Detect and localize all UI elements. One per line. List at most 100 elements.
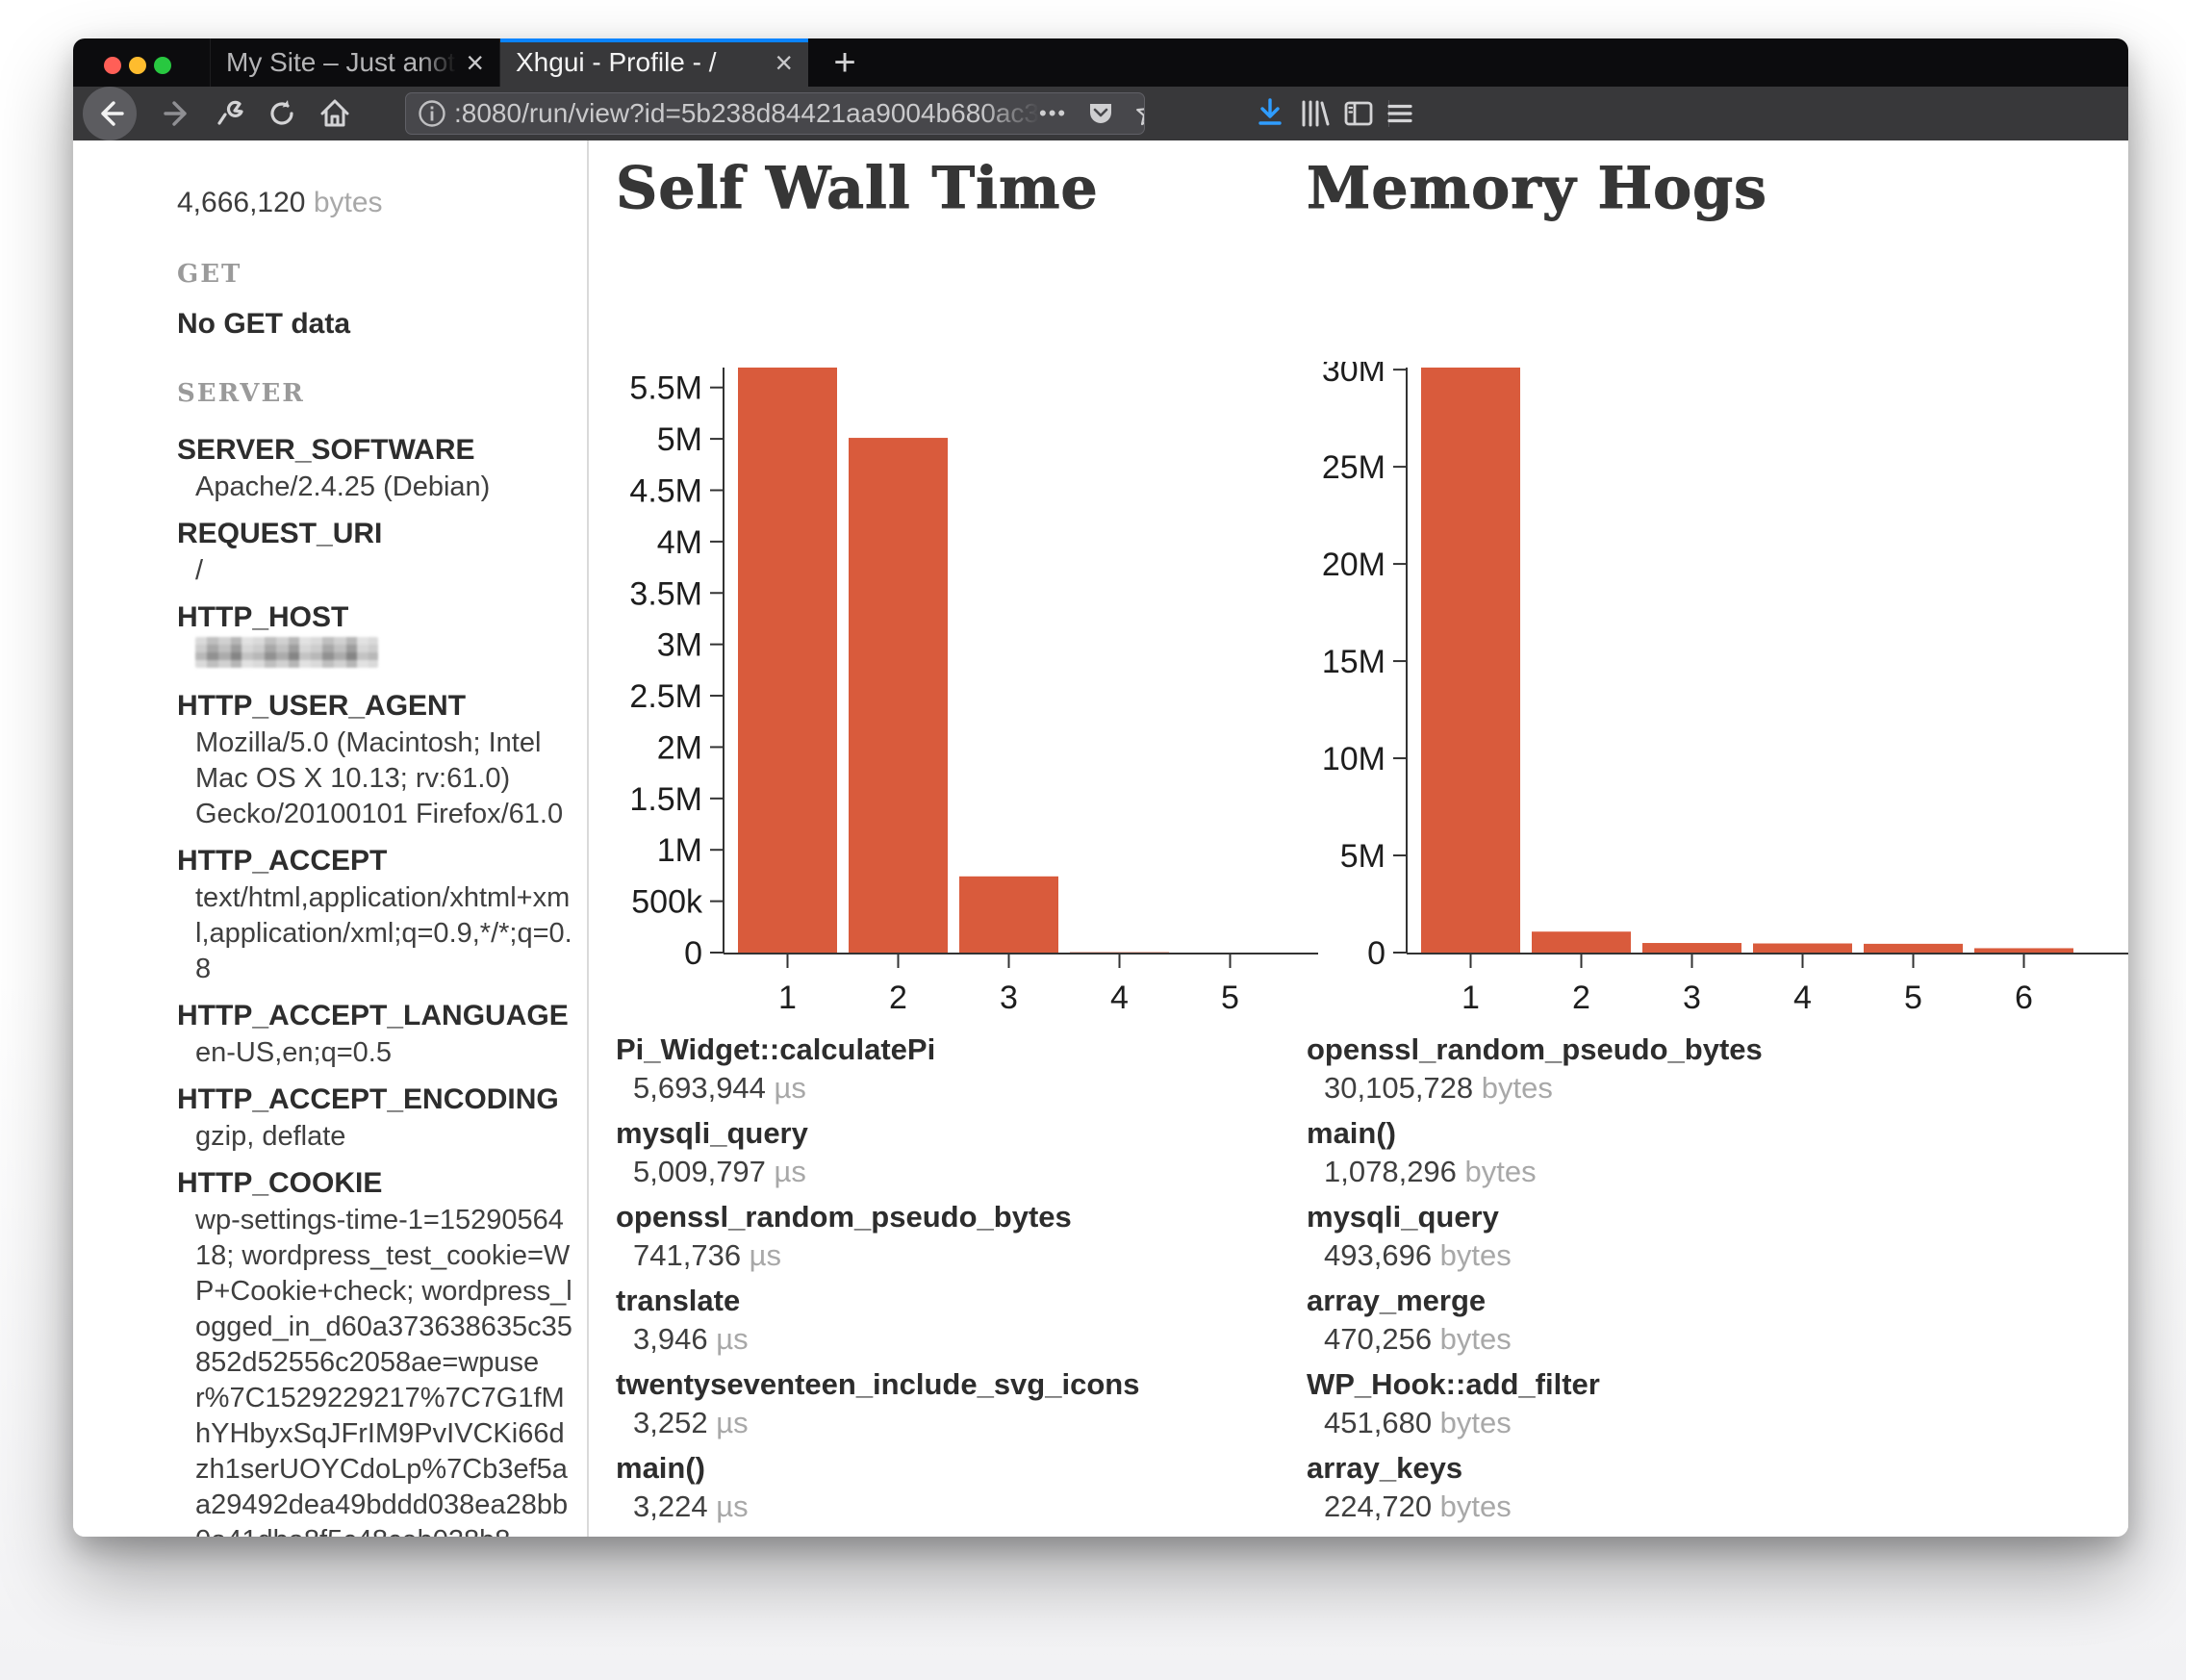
value-unit: bytes [1440,1238,1512,1272]
y-axis-tick-label: 4.5M [629,472,702,509]
url-text: :8080/run/view?id=5b238d84421aa9004b680a… [454,98,1039,129]
bar[interactable] [1864,944,1963,953]
library-button[interactable] [1297,96,1332,131]
forward-button[interactable] [162,97,194,130]
downloads-button[interactable] [1253,96,1287,131]
x-axis-label: 4 [1793,980,1812,1016]
function-value: 741,736 µs [633,1236,1139,1275]
bar[interactable] [1974,948,2073,953]
value-unit: bytes [1482,1071,1553,1105]
tab-xhgui-profile[interactable]: Xhgui - Profile - / × [500,38,808,87]
function-value: 493,696 bytes [1324,1236,1763,1275]
x-axis-label: 1 [778,980,797,1016]
page-actions-button[interactable] [214,97,246,130]
wrench-icon [214,97,246,130]
server-param-value: gzip, deflate [195,1119,572,1155]
server-param-value: Mozilla/5.0 (Macintosh; Intel Mac OS X 1… [195,725,572,832]
new-tab-button[interactable]: + [820,38,870,87]
redacted-value [195,637,378,668]
legend-item: main()3,224 µs [616,1449,1139,1526]
y-axis-tick-label: 10M [1322,741,1385,777]
function-name: array_merge [1307,1282,1763,1320]
server-param-key: HTTP_ACCEPT [177,842,552,880]
function-name: Pi_Widget::calculatePi [616,1031,1139,1069]
sidebar-panel-icon [1341,96,1376,131]
x-axis-label: 5 [1221,980,1239,1016]
server-param-key: REQUEST_URI [177,515,552,553]
tab-close-icon[interactable]: × [775,47,793,78]
chart-title: Memory Hogs [1307,156,1767,221]
value-unit: µs [750,1238,781,1272]
server-param-value: text/html,application/xhtml+xml,applicat… [195,880,572,987]
legend-item: openssl_random_pseudo_bytes30,105,728 by… [1307,1031,1763,1107]
tab-my-site[interactable]: My Site – Just another WordPress s × [210,38,500,87]
legend-item: openssl_random_pseudo_bytes741,736 µs [616,1198,1139,1275]
y-axis-tick-label: 1.5M [629,781,702,818]
function-value: 3,224 µs [633,1488,1139,1526]
bar[interactable] [1642,943,1741,953]
sidebar-toggle-button[interactable] [1341,96,1376,131]
function-name: WP_Hook::add_filter [1307,1365,1763,1404]
x-axis-label: 2 [889,980,907,1016]
page-actions-dots-icon[interactable]: ••• [1039,101,1067,126]
bookmark-star-icon[interactable] [1134,98,1145,129]
minimize-window-button[interactable] [129,57,146,74]
bar[interactable] [959,877,1058,953]
y-axis-tick-label: 0 [684,935,702,972]
value-unit: µs [775,1071,806,1105]
menu-button[interactable] [1384,97,1416,130]
back-button[interactable] [83,87,137,140]
value-unit: µs [716,1322,748,1356]
function-name: twentyseventeen_include_svg_icons [616,1365,1139,1404]
server-param-key: HTTP_HOST [177,598,552,637]
close-window-button[interactable] [104,57,121,74]
legend-item: mysqli_query493,696 bytes [1307,1198,1763,1275]
zoom-window-button[interactable] [154,57,171,74]
library-books-icon [1297,96,1332,131]
y-axis-tick-label: 2.5M [629,678,702,715]
tab-bar: My Site – Just another WordPress s × Xhg… [73,38,2128,87]
home-button[interactable] [318,96,352,131]
pocket-icon[interactable] [1086,99,1115,128]
server-param-value: en-US,en;q=0.5 [195,1035,572,1071]
value-unit: bytes [1465,1155,1537,1188]
server-param-value: / [195,553,572,589]
y-axis-tick-label: 500k [631,884,703,921]
legend-item: Pi_Widget::calculatePi5,693,944 µs [616,1031,1139,1107]
url-bar[interactable]: :8080/run/view?id=5b238d84421aa9004b680a… [405,92,1145,135]
bar[interactable] [849,438,948,953]
x-axis-label: 4 [1110,980,1129,1016]
function-name: openssl_random_pseudo_bytes [616,1198,1139,1236]
function-name: openssl_random_pseudo_bytes [1307,1031,1763,1069]
y-axis-tick-label: 30M [1322,362,1385,389]
download-icon [1253,96,1287,131]
function-name: mysqli_query [1307,1198,1763,1236]
traffic-lights [104,57,171,74]
x-axis-label: 2 [1572,980,1590,1016]
memory-hogs-legend: openssl_random_pseudo_bytes30,105,728 by… [1307,1031,1763,1533]
x-axis-label: 3 [1683,980,1701,1016]
value-unit: µs [716,1489,748,1523]
function-value: 224,720 bytes [1324,1488,1763,1526]
y-axis-tick-label: 15M [1322,644,1385,680]
function-value: 3,946 µs [633,1320,1139,1359]
navigation-toolbar: :8080/run/view?id=5b238d84421aa9004b680a… [73,87,2128,140]
reload-icon [266,97,298,130]
reload-button[interactable] [266,97,298,130]
tab-title: Xhgui - Profile - / [516,47,765,78]
site-info-icon[interactable] [418,99,446,128]
tab-close-icon[interactable]: × [466,47,484,78]
bar[interactable] [1421,368,1520,953]
bar[interactable] [738,368,837,953]
y-axis-tick-label: 0 [1367,935,1385,972]
hamburger-menu-icon [1384,97,1416,130]
bar[interactable] [1532,931,1631,953]
value-unit: µs [716,1406,748,1439]
bar[interactable] [1753,944,1852,953]
y-axis-tick-label: 5.5M [629,370,702,407]
browser-window: My Site – Just another WordPress s × Xhg… [73,38,2128,1537]
self-wall-time-chart: 0500k1M1.5M2M2.5M3M3.5M4M4.5M5M5.5M12345… [616,362,1318,1040]
get-section-heading: GET [177,260,552,289]
x-axis-label: 5 [1904,980,1922,1016]
function-value: 30,105,728 bytes [1324,1069,1763,1107]
